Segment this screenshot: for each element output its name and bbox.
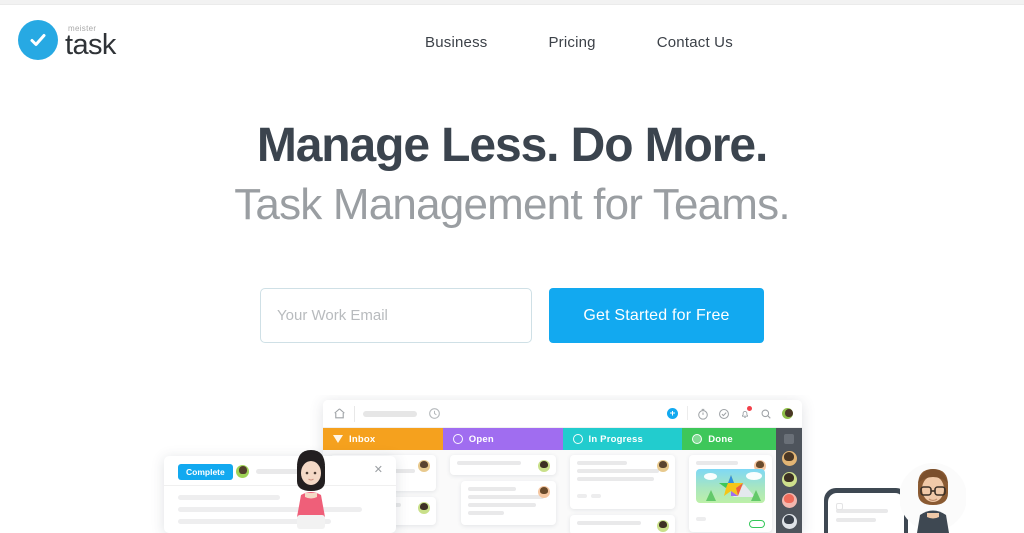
landing-page: meister task Business Pricing Contact Us… xyxy=(0,0,1024,533)
column-header[interactable]: Inbox xyxy=(323,428,443,450)
detail-card-header: Complete ✕ xyxy=(164,456,396,486)
user-avatar xyxy=(657,460,670,472)
get-started-button[interactable]: Get Started for Free xyxy=(549,288,764,343)
app-toolbar xyxy=(323,400,802,428)
user-avatar xyxy=(537,486,550,498)
hero-headline: Manage Less. Do More. xyxy=(256,119,768,172)
check-circle-icon[interactable] xyxy=(718,407,730,419)
complete-button[interactable]: Complete xyxy=(178,464,233,480)
user-avatar xyxy=(417,502,430,514)
bell-icon[interactable] xyxy=(739,406,752,419)
user-avatar[interactable] xyxy=(781,472,797,487)
column-label: Inbox xyxy=(349,433,376,445)
detail-card-body xyxy=(164,486,396,533)
user-avatar[interactable] xyxy=(781,406,794,420)
task-card[interactable] xyxy=(460,481,556,525)
signup-form: Get Started for Free xyxy=(0,288,1024,343)
toolbar-divider xyxy=(354,406,355,422)
inbox-icon xyxy=(333,435,343,443)
phone-screen xyxy=(828,493,904,533)
nav-item-contact-us[interactable]: Contact Us xyxy=(657,34,733,51)
task-card[interactable] xyxy=(449,455,556,475)
main-navigation: Business Pricing Contact Us xyxy=(425,34,733,51)
user-avatar[interactable] xyxy=(781,514,797,529)
task-card[interactable] xyxy=(689,455,772,532)
toolbar-actions xyxy=(667,406,794,420)
kanban-column-in-progress: In Progress xyxy=(562,428,683,533)
user-avatar[interactable] xyxy=(781,493,797,508)
column-body xyxy=(563,450,683,533)
column-body xyxy=(443,450,563,525)
task-detail-card: Complete ✕ xyxy=(164,456,396,533)
mobile-phone-device xyxy=(824,488,908,533)
kanban-column-open: Open xyxy=(442,428,563,533)
phone-screen-icon xyxy=(836,503,843,510)
hero-section: Manage Less. Do More. Task Management fo… xyxy=(0,120,1024,230)
star-icon xyxy=(718,474,744,503)
column-label: Done xyxy=(708,433,733,445)
task-card[interactable] xyxy=(569,455,676,509)
plus-icon[interactable] xyxy=(667,407,678,419)
logo-wordmark: meister task xyxy=(65,24,116,61)
search-icon[interactable] xyxy=(760,407,772,419)
status-badge xyxy=(749,520,765,528)
column-label: Open xyxy=(468,433,494,445)
app-right-sidebar xyxy=(776,428,802,533)
breadcrumb-search-field[interactable] xyxy=(363,411,417,417)
logo[interactable]: meister task xyxy=(18,20,116,60)
logo-mark xyxy=(18,20,58,60)
nav-item-business[interactable]: Business xyxy=(425,34,487,51)
task-card[interactable] xyxy=(569,515,676,533)
timer-icon[interactable] xyxy=(697,407,709,420)
circle-icon xyxy=(452,434,463,444)
hero-subheadline: Task Management for Teams. xyxy=(234,179,790,229)
progress-icon xyxy=(572,434,583,444)
home-icon[interactable] xyxy=(333,407,346,425)
column-header[interactable]: In Progress xyxy=(562,428,683,450)
user-avatar xyxy=(417,460,430,472)
board-icon[interactable] xyxy=(784,434,794,444)
notification-badge xyxy=(747,406,752,411)
close-icon[interactable]: ✕ xyxy=(374,465,383,476)
logo-task-text: task xyxy=(65,28,116,61)
woman-character xyxy=(283,447,339,533)
check-icon xyxy=(27,29,49,51)
column-label: In Progress xyxy=(588,433,643,445)
user-avatar[interactable] xyxy=(781,451,797,466)
user-avatar xyxy=(236,465,249,478)
clock-icon[interactable] xyxy=(428,407,441,425)
toolbar-divider xyxy=(687,406,688,420)
check-circle-icon xyxy=(692,434,703,444)
user-avatar xyxy=(657,520,670,532)
user-avatar xyxy=(537,460,550,472)
man-character-with-glasses xyxy=(899,457,967,533)
column-header[interactable]: Open xyxy=(442,428,563,450)
nav-item-pricing[interactable]: Pricing xyxy=(548,34,595,51)
app-preview-illustration: Inbox Open In Progress Done Complete ✕ xyxy=(0,395,1024,533)
card-thumbnail-image xyxy=(696,469,765,503)
email-field[interactable] xyxy=(260,288,532,343)
site-header: meister task Business Pricing Contact Us xyxy=(0,5,1024,77)
